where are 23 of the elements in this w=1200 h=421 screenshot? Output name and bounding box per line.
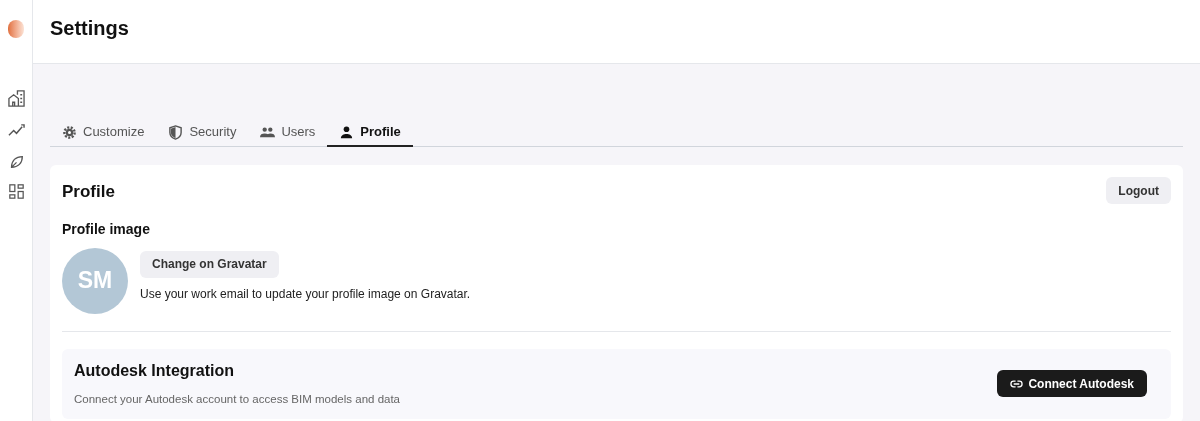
tab[interactable]: Profile — [327, 119, 413, 147]
helper-text: Use your work email to update your profile image on Gravatar. — [140, 285, 471, 303]
logo-icon — [8, 20, 24, 38]
logout-button[interactable]: Logout — [1106, 177, 1171, 204]
integration-title: Autodesk Integration — [74, 360, 235, 381]
avatar: SM — [62, 247, 128, 314]
trend-chart-icon[interactable] — [7, 122, 25, 139]
leaf-icon[interactable] — [8, 154, 24, 169]
section-subtitle: Profile image — [62, 219, 151, 239]
section-title: Profile — [62, 181, 115, 203]
page-title: Settings — [50, 15, 129, 41]
dashboard-icon[interactable] — [8, 184, 24, 199]
shield-icon — [168, 124, 184, 140]
connect-autodesk-button[interactable]: Connect Autodesk — [997, 370, 1147, 397]
integration-description: Connect your Autodesk account to access BIM models and data — [74, 391, 401, 407]
buildings-icon[interactable] — [7, 90, 25, 107]
person-icon — [339, 124, 355, 140]
tab[interactable]: Users — [248, 119, 328, 147]
link-icon — [1010, 379, 1024, 388]
tab[interactable]: Customize — [50, 119, 157, 147]
tab[interactable]: Security — [156, 119, 249, 147]
change-on-gravatar-button[interactable]: Change on Gravatar — [140, 250, 279, 278]
gear-icon — [62, 124, 77, 140]
